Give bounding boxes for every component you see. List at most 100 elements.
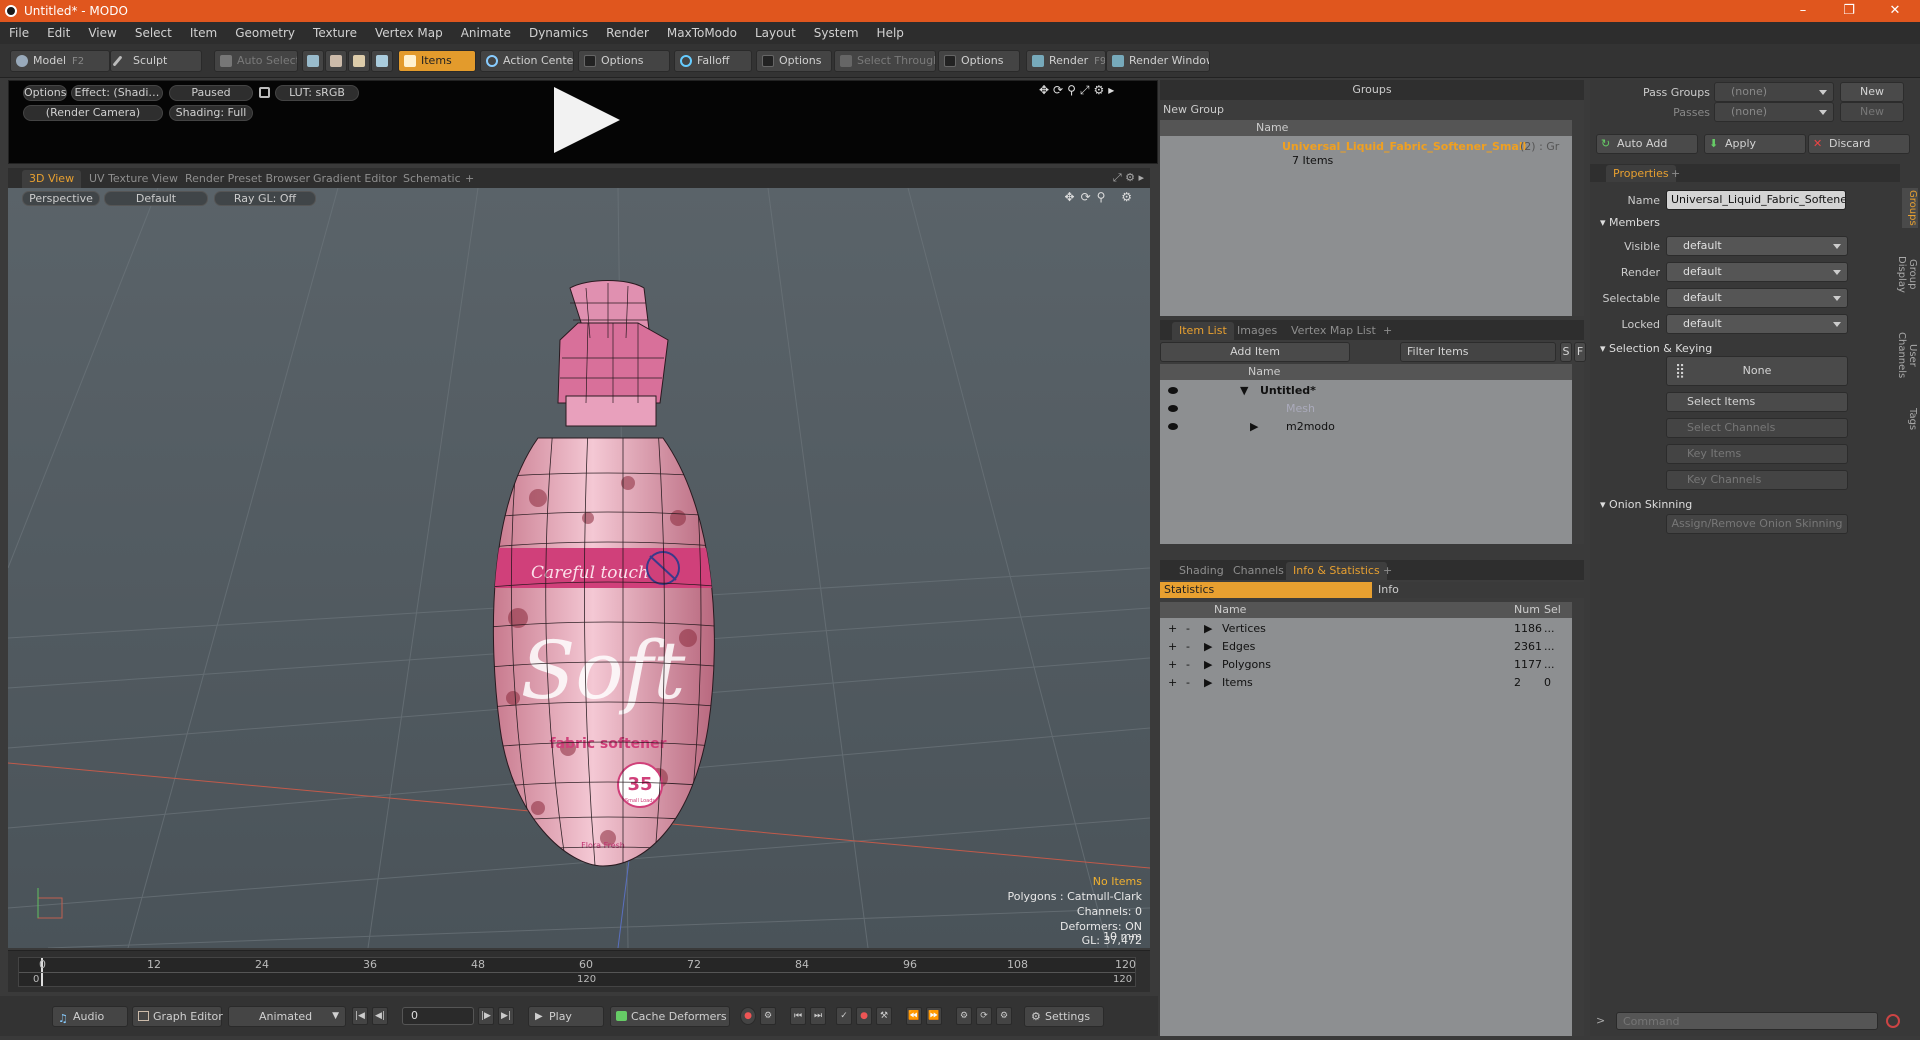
menu-layout[interactable]: Layout xyxy=(746,22,805,44)
current-frame-field[interactable]: 0 xyxy=(402,1007,474,1025)
tab-item-list[interactable]: Item List xyxy=(1172,322,1234,340)
apply-button[interactable]: ⬇ Apply xyxy=(1704,134,1806,154)
new-pass-button[interactable]: New xyxy=(1840,102,1904,122)
timeline-ruler[interactable]: 0 12 24 36 48 60 72 84 96 108 120 0 120 … xyxy=(18,957,1136,987)
add-tab-button[interactable]: + xyxy=(1664,165,1687,183)
members-section[interactable]: ▾ Members xyxy=(1600,216,1660,229)
preview-shading-button[interactable]: Shading: Full xyxy=(169,105,253,121)
stat-row-items[interactable]: + - ▶ Items 2 0 xyxy=(1160,674,1572,692)
vtab-groups[interactable]: Groups xyxy=(1902,188,1918,228)
locked-dropdown[interactable]: default xyxy=(1666,314,1848,334)
preview-effect-button[interactable]: Effect: (Shadi… xyxy=(71,85,163,101)
add-tab-button[interactable]: + xyxy=(1376,322,1399,340)
preview-nav-icons[interactable]: ✥⟳⚲⤢⚙▸ xyxy=(1039,83,1118,98)
tab-info-statistics[interactable]: Info & Statistics xyxy=(1286,562,1387,580)
expand-arrow-icon[interactable]: ▶ xyxy=(1204,620,1212,638)
raygl-button[interactable]: Ray GL: Off xyxy=(214,191,316,206)
audio-button[interactable]: ♫ Audio xyxy=(52,1006,128,1027)
menu-file[interactable]: File xyxy=(0,22,38,44)
cache-deformers-button[interactable]: Cache Deformers xyxy=(610,1006,730,1027)
expand-arrow-icon[interactable]: ▼ xyxy=(1240,382,1248,400)
close-button[interactable]: ✕ xyxy=(1872,0,1918,22)
item-row-m2modo[interactable]: ▶ m2modo xyxy=(1160,418,1572,436)
vtab-tags[interactable]: Tags xyxy=(1902,404,1918,434)
key-reset-icon[interactable]: ⚙ xyxy=(996,1007,1012,1025)
vertices-mode-button[interactable] xyxy=(302,50,324,72)
key-items-button[interactable]: Key Items xyxy=(1666,444,1848,464)
group-name-field[interactable]: Universal_Liquid_Fabric_Softener_Si xyxy=(1666,190,1846,210)
add-tab-button[interactable]: + xyxy=(458,170,481,188)
minimize-button[interactable]: – xyxy=(1780,0,1826,22)
expand-arrow-icon[interactable]: ▶ xyxy=(1204,674,1212,692)
3d-viewport[interactable]: Perspective Default Ray GL: Off ✥⟳⚲ ⚙ Ca… xyxy=(8,188,1150,948)
tab-images[interactable]: Images xyxy=(1230,322,1284,340)
statistics-subtab[interactable]: Statistics xyxy=(1160,582,1372,598)
key-prev-icon[interactable]: ⏪ xyxy=(906,1007,922,1025)
materials-mode-button[interactable] xyxy=(371,50,393,72)
command-history-icon[interactable] xyxy=(1886,1014,1900,1028)
viewport-nav-icons[interactable]: ✥⟳⚲ ⚙ xyxy=(1065,190,1138,204)
select-items-button[interactable]: Select Items xyxy=(1666,392,1848,412)
falloff-button[interactable]: Falloff xyxy=(674,50,752,72)
tab-vertex-map-list[interactable]: Vertex Map List xyxy=(1284,322,1383,340)
filter-f-button[interactable]: F xyxy=(1574,342,1586,362)
add-item-button[interactable]: Add Item xyxy=(1160,342,1350,362)
sculpt-mode-button[interactable]: Sculpt xyxy=(110,50,202,72)
prev-keyframe-icon[interactable]: ⏮ xyxy=(790,1007,806,1025)
tab-3d-view[interactable]: 3D View xyxy=(22,170,82,188)
menu-texture[interactable]: Texture xyxy=(304,22,366,44)
lock-icon[interactable] xyxy=(259,87,270,98)
edges-mode-button[interactable] xyxy=(325,50,347,72)
tab-gradient-editor[interactable]: Gradient Editor xyxy=(306,170,404,188)
preview-camera-button[interactable]: (Render Camera) xyxy=(23,105,163,121)
auto-add-button[interactable]: ↻ Auto Add xyxy=(1596,134,1698,154)
tab-shading[interactable]: Shading xyxy=(1172,562,1231,580)
visibility-eye-icon[interactable] xyxy=(1168,405,1178,412)
key-channels-button[interactable]: Key Channels xyxy=(1666,470,1848,490)
add-tab-button[interactable]: + xyxy=(1376,562,1399,580)
menu-item[interactable]: Item xyxy=(181,22,226,44)
filter-items-input[interactable]: Filter Items xyxy=(1400,342,1556,362)
maximize-button[interactable]: ❐ xyxy=(1826,0,1872,22)
key-next-icon[interactable]: ⏩ xyxy=(926,1007,942,1025)
onion-skinning-section[interactable]: ▾ Onion Skinning xyxy=(1600,498,1692,511)
render-window-button[interactable]: Render Window xyxy=(1106,50,1210,72)
vtab-user-channels[interactable]: User Channels xyxy=(1896,320,1918,390)
next-key-icon[interactable]: |▶ xyxy=(478,1007,494,1025)
filter-s-button[interactable]: S xyxy=(1560,342,1572,362)
menu-animate[interactable]: Animate xyxy=(452,22,520,44)
preview-lut-button[interactable]: LUT: sRGB xyxy=(275,85,359,101)
menu-vertex-map[interactable]: Vertex Map xyxy=(366,22,452,44)
selectable-dropdown[interactable]: default xyxy=(1666,288,1848,308)
next-keyframe-icon[interactable]: ⏭ xyxy=(810,1007,826,1025)
tab-render-preset-browser[interactable]: Render Preset Browser xyxy=(178,170,317,188)
menu-select[interactable]: Select xyxy=(126,22,181,44)
key-tools-icon[interactable]: ⚒ xyxy=(876,1007,892,1025)
menu-maxtomodo[interactable]: MaxToModo xyxy=(658,22,746,44)
pass-groups-dropdown[interactable]: (none) xyxy=(1714,82,1834,102)
go-to-start-icon[interactable]: |◀ xyxy=(352,1007,368,1025)
new-group-button[interactable]: New Group xyxy=(1160,102,1240,118)
tab-uv-texture-view[interactable]: UV Texture View xyxy=(82,170,185,188)
group-row[interactable]: Universal_Liquid_Fabric_Softener_Small (… xyxy=(1160,138,1572,170)
visibility-eye-icon[interactable] xyxy=(1168,387,1178,394)
record-key-icon[interactable]: ● xyxy=(740,1007,756,1025)
selection-keying-section[interactable]: ▾ Selection & Keying xyxy=(1600,342,1712,355)
render-dropdown[interactable]: default xyxy=(1666,262,1848,282)
default-style-button[interactable]: Default xyxy=(104,191,208,206)
render-preview[interactable]: Options Effect: (Shadi… Paused LUT: sRGB… xyxy=(8,80,1158,164)
expand-arrow-icon[interactable]: ▶ xyxy=(1250,418,1258,436)
discard-button[interactable]: ✕ Discard xyxy=(1808,134,1910,154)
action-center-options-button[interactable]: Options xyxy=(578,50,670,72)
menu-render[interactable]: Render xyxy=(597,22,658,44)
select-through-button[interactable]: Select Through xyxy=(834,50,936,72)
info-subtab[interactable]: Info xyxy=(1374,582,1584,598)
vtab-group-display[interactable]: Group Display xyxy=(1896,240,1918,308)
bottle-model[interactable]: Careful touch Soft fabric softener 35 Sm… xyxy=(478,278,738,878)
menu-edit[interactable]: Edit xyxy=(38,22,79,44)
passes-dropdown[interactable]: (none) xyxy=(1714,102,1834,122)
settings-button[interactable]: ⚙ Settings xyxy=(1024,1006,1104,1027)
items-mode-button[interactable]: Items xyxy=(398,50,476,72)
tab-schematic[interactable]: Schematic xyxy=(396,170,468,188)
stat-row-polygons[interactable]: + - ▶ Polygons 1177... xyxy=(1160,656,1572,674)
